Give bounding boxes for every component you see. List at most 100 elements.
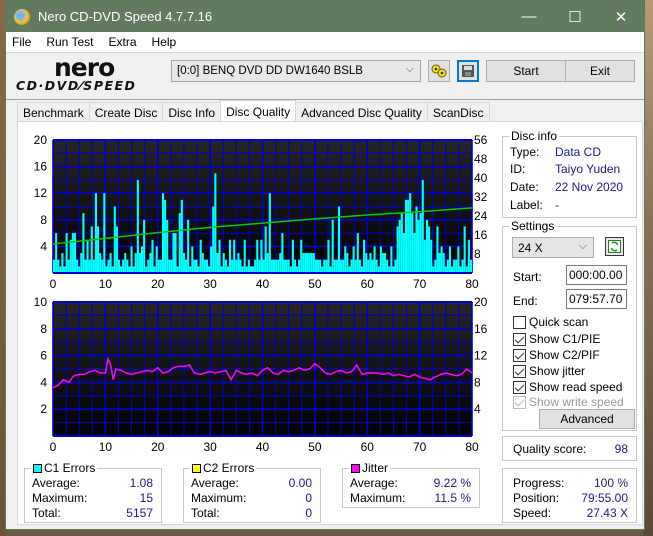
c1-error-bar xyxy=(463,226,466,273)
c1-error-bar xyxy=(157,259,160,273)
menu-extra[interactable]: Extra xyxy=(108,35,136,49)
checkbox-box xyxy=(513,395,526,409)
c1-error-bar xyxy=(270,259,273,273)
checkbox-box xyxy=(513,315,526,329)
c1-error-bar xyxy=(84,259,87,273)
show-c2-pif-checkbox[interactable]: Show C2/PIF xyxy=(513,348,600,362)
c1-error-bar xyxy=(92,259,95,273)
type-label: Type: xyxy=(510,145,540,159)
speed-select[interactable]: 24 X ⌵ xyxy=(512,237,594,258)
c1-error-bar xyxy=(375,259,378,273)
y-tick-label: 12 xyxy=(34,186,48,200)
quality-score-group: Quality score: 98 xyxy=(502,436,637,461)
c1-error-bar xyxy=(302,253,305,273)
exit-button[interactable]: Exit xyxy=(565,60,635,82)
c1-error-bar xyxy=(239,259,242,273)
c1-average-label: Average: xyxy=(32,476,80,490)
c1-error-bar xyxy=(262,259,265,273)
c1-maximum-label: Maximum: xyxy=(32,491,88,505)
x-tick-label: 80 xyxy=(465,440,479,454)
date-value: 22 Nov 2020 xyxy=(555,180,624,194)
tab-scandisc[interactable]: ScanDisc xyxy=(426,102,490,122)
c2-errors-title-text: C2 Errors xyxy=(203,461,255,475)
c1-error-bar xyxy=(182,253,185,273)
chevron-down-icon: ⌵ xyxy=(578,240,587,252)
c1-error-bar xyxy=(122,259,125,273)
tab-disc-quality[interactable]: Disc Quality xyxy=(220,100,297,122)
c1-error-bar xyxy=(256,239,259,273)
c1-error-bar xyxy=(53,259,56,273)
speed-label: Speed: xyxy=(513,506,552,520)
c1-error-bar xyxy=(172,233,175,273)
save-button[interactable] xyxy=(457,60,479,82)
show-c1-pie-checkbox[interactable]: Show C1/PIE xyxy=(513,332,600,346)
c1-error-bar xyxy=(346,253,349,273)
c1-error-bar xyxy=(404,199,408,273)
c1-error-bar xyxy=(147,259,150,273)
c1-error-bar xyxy=(386,259,389,273)
x-tick-label: 10 xyxy=(99,440,113,454)
end-input[interactable]: 079:57.70 xyxy=(566,289,627,309)
nero-logo: nero CD·DVD⁄SPEED xyxy=(16,53,166,99)
y-tick-label: 8 xyxy=(40,213,47,227)
advanced-button[interactable]: Advanced xyxy=(539,409,635,429)
show-read-speed-checkbox[interactable]: Show read speed xyxy=(513,380,622,394)
tab-create-disc[interactable]: Create Disc xyxy=(88,102,164,122)
app-icon xyxy=(14,8,30,25)
c1-error-bar xyxy=(184,259,188,273)
menu-help[interactable]: Help xyxy=(152,35,177,49)
c1-error-bar xyxy=(428,226,431,273)
settings-title: Settings xyxy=(509,219,557,233)
c1-error-bar xyxy=(170,259,173,273)
position-value: 79:55.00 xyxy=(581,491,628,505)
menu-run-test[interactable]: Run Test xyxy=(46,35,93,49)
settings-group: Settings 24 X ⌵ Start: 000:00.00 End: 07… xyxy=(502,219,637,431)
c1-total-value: 5157 xyxy=(126,506,153,520)
c1-error-bar xyxy=(398,219,401,273)
start-button[interactable]: Start xyxy=(486,60,566,82)
close-button[interactable]: ✕ xyxy=(598,1,644,32)
start-input[interactable]: 000:00.00 xyxy=(566,265,627,285)
minimize-button[interactable]: — xyxy=(506,1,552,32)
c1-errors-title-text: C1 Errors xyxy=(44,461,96,475)
drive-info-button[interactable] xyxy=(428,60,450,82)
y-tick-label: 6 xyxy=(40,349,47,363)
y2-tick-label: 4 xyxy=(474,402,481,416)
drive-select[interactable]: [0:0] BENQ DVD DD DW1640 BSLB ⌵ xyxy=(171,60,421,82)
c1-error-bar xyxy=(379,246,382,273)
refresh-speed-button[interactable] xyxy=(605,237,624,256)
quick-scan-checkbox[interactable]: Quick scan xyxy=(513,315,588,329)
c1-error-bar xyxy=(140,246,144,273)
app-window: Nero CD-DVD Speed 4.7.7.16 — ☐ ✕ File Ru… xyxy=(5,0,645,530)
c1-error-bar xyxy=(407,199,410,273)
c1-error-bar xyxy=(285,259,288,273)
chevron-down-icon: ⌵ xyxy=(405,63,414,75)
tab-benchmark[interactable]: Benchmark xyxy=(17,102,90,122)
c1-error-bar xyxy=(400,213,403,273)
checkbox-box xyxy=(513,364,526,378)
c1-error-bar xyxy=(164,199,167,273)
tab-disc-info[interactable]: Disc Info xyxy=(162,102,222,122)
c1-error-bar xyxy=(417,219,420,273)
c1-error-bar xyxy=(363,239,366,273)
c1-error-bar xyxy=(440,246,443,273)
c1-error-bar xyxy=(298,259,301,273)
show-read-speed-label: Show read speed xyxy=(529,380,623,394)
c1-error-bar xyxy=(151,239,154,273)
window-title: Nero CD-DVD Speed 4.7.7.16 xyxy=(38,9,213,24)
c1-error-bar xyxy=(381,253,385,273)
quality-score-label: Quality score: xyxy=(513,442,587,456)
x-tick-label: 70 xyxy=(413,277,427,291)
c1-error-bar xyxy=(323,259,326,273)
checkbox-box xyxy=(513,380,526,394)
menu-file[interactable]: File xyxy=(12,35,31,49)
tab-advanced-disc-quality[interactable]: Advanced Disc Quality xyxy=(295,102,428,122)
end-label: End: xyxy=(513,294,538,308)
x-tick-label: 0 xyxy=(50,277,57,291)
show-write-speed-checkbox[interactable]: Show write speed xyxy=(513,395,624,409)
c1-error-bar xyxy=(352,246,355,273)
progress-label: Progress: xyxy=(513,476,565,490)
show-jitter-checkbox[interactable]: Show jitter xyxy=(513,364,585,378)
maximize-button[interactable]: ☐ xyxy=(552,1,598,32)
c1-error-bar xyxy=(425,219,429,273)
